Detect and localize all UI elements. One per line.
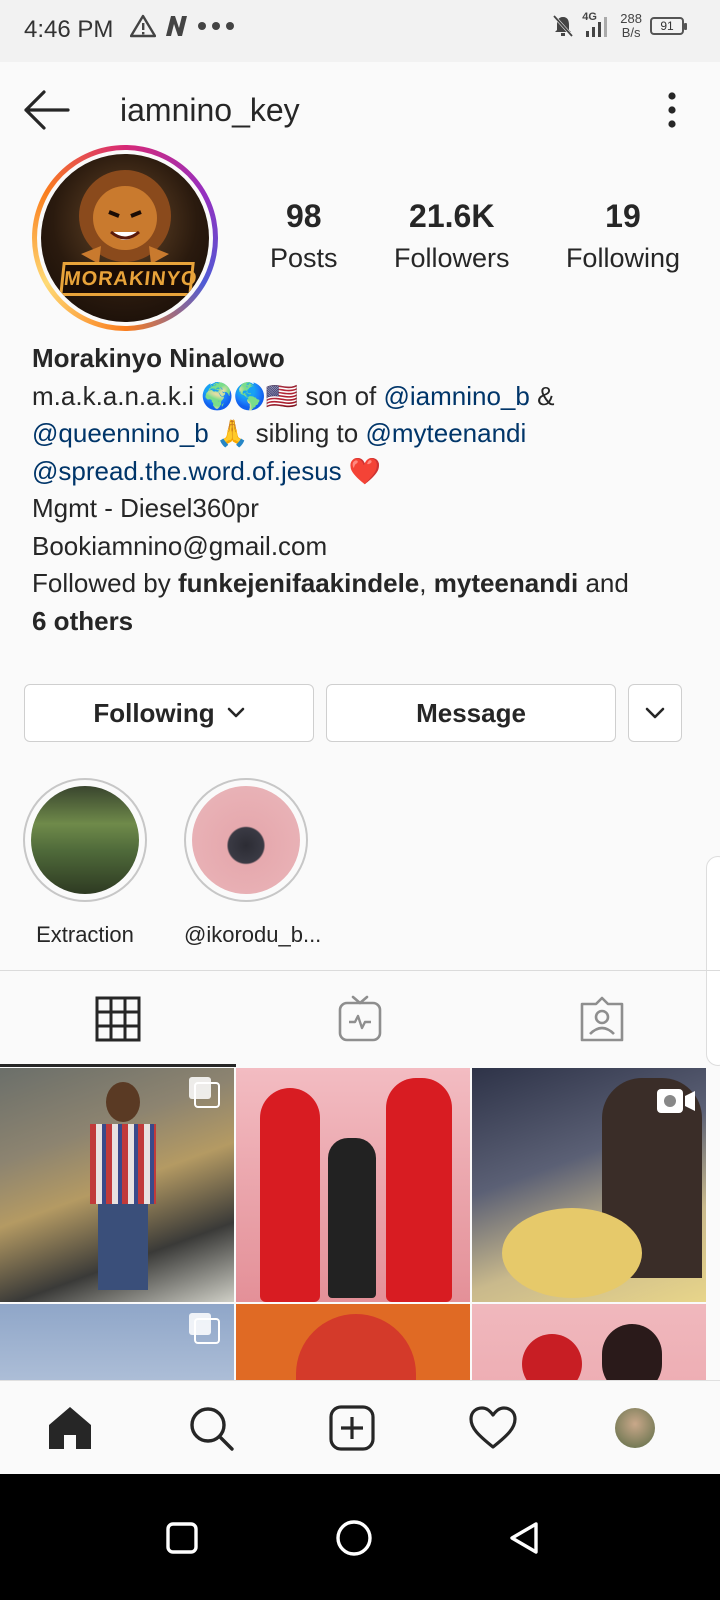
- multi-post-icon: [189, 1077, 220, 1108]
- post-thumbnail[interactable]: [0, 1068, 234, 1302]
- bio-email: Bookiamnino@gmail.com: [32, 530, 328, 561]
- post-thumbnail[interactable]: [472, 1068, 706, 1302]
- suggested-accounts-button[interactable]: [628, 684, 682, 742]
- net-speed: 288 B/s: [620, 11, 642, 40]
- profile-content-tabs: [0, 970, 720, 1067]
- mention-link[interactable]: @queennino_b: [32, 418, 209, 448]
- status-bar: 4:46 PM 4G 288 B/s 91: [0, 0, 720, 62]
- profile-avatar-small: [615, 1408, 655, 1448]
- highlight-cover: [192, 786, 300, 894]
- post-thumbnail[interactable]: [236, 1068, 470, 1302]
- avatar-image: MORAKINYO: [41, 154, 209, 322]
- profile-stats: 98 Posts 21.6K Followers 19 Following: [270, 198, 680, 274]
- back-triangle-icon[interactable]: [506, 1520, 542, 1556]
- multi-post-icon: [189, 1313, 220, 1344]
- mention-link[interactable]: @myteenandi: [365, 418, 526, 448]
- profile-avatar[interactable]: MORAKINYO: [32, 145, 218, 331]
- mention-link[interactable]: @iamnino_b: [383, 381, 529, 411]
- recent-apps-icon[interactable]: [164, 1520, 200, 1556]
- bio-line: Mgmt - Diesel360pr: [32, 493, 259, 523]
- mute-bell-icon: [553, 14, 574, 38]
- chevron-down-icon: [645, 707, 665, 719]
- home-button-icon[interactable]: [334, 1518, 374, 1558]
- profile-username: iamnino_key: [120, 92, 300, 128]
- post-thumbnail[interactable]: [0, 1304, 234, 1380]
- bottom-navigation: [0, 1380, 720, 1474]
- emoji: 🙏: [208, 418, 249, 448]
- bio-line: @queennino_b 🙏 sibling to @myteenandi: [32, 418, 527, 448]
- igtv-icon: [338, 995, 382, 1042]
- post-thumbnail[interactable]: [236, 1304, 470, 1380]
- person-figure: [88, 1082, 158, 1292]
- battery-icon: 91: [650, 17, 687, 35]
- bio-line: m.a.k.a.n.a.k.i 🌍🌎🇺🇸 son of @iamnino_b &: [32, 380, 555, 411]
- signal-icon: [586, 17, 608, 37]
- story-highlight[interactable]: @ikorodu_b...: [184, 778, 322, 948]
- nav-search[interactable]: [186, 1403, 236, 1453]
- system-navigation-bar: [0, 1474, 720, 1600]
- emoji: ❤️: [341, 455, 382, 486]
- followed-by[interactable]: Followed by funkejenifaakindele, myteena…: [32, 565, 692, 603]
- emoji: 🌍🌎🇺🇸: [201, 380, 299, 411]
- following-button[interactable]: Following: [24, 684, 314, 742]
- avatar-label: MORAKINYO: [59, 262, 199, 296]
- video-camera-icon: [657, 1089, 695, 1113]
- profile-bio: Morakinyo Ninalowo m.a.k.a.n.a.k.i 🌍🌎🇺🇸 …: [32, 340, 692, 640]
- highlight-cover: [31, 786, 139, 894]
- add-post-icon: [329, 1405, 375, 1451]
- posts-grid: [0, 1068, 720, 1380]
- tagged-person-icon: [580, 996, 624, 1042]
- post-thumbnail[interactable]: [472, 1304, 706, 1380]
- tab-tagged[interactable]: [484, 971, 720, 1067]
- tab-posts-grid[interactable]: [0, 971, 236, 1067]
- followers-count[interactable]: 21.6K Followers: [394, 198, 510, 274]
- profile-header: iamnino_key: [0, 62, 720, 158]
- chevron-down-icon: [227, 707, 244, 718]
- highlight-label: Extraction: [36, 922, 134, 947]
- nav-new-post[interactable]: [327, 1403, 377, 1453]
- grid-icon: [95, 996, 141, 1042]
- search-icon: [190, 1407, 234, 1451]
- warning-icon: [130, 14, 156, 38]
- back-arrow-icon[interactable]: [22, 88, 72, 132]
- story-highlight[interactable]: Extraction: [23, 778, 147, 948]
- app-n-icon: [166, 16, 187, 36]
- options-menu-icon[interactable]: [664, 90, 680, 130]
- status-time: 4:46 PM: [24, 16, 114, 43]
- message-button[interactable]: Message: [326, 684, 616, 742]
- highlight-label: @ikorodu_b...: [184, 922, 322, 947]
- posts-count[interactable]: 98 Posts: [270, 198, 338, 274]
- bio-line: @spread.the.word.of.jesus ❤️: [32, 453, 692, 491]
- followed-others[interactable]: 6 others: [32, 603, 692, 641]
- mention-link[interactable]: @spread.the.word.of.jesus: [32, 456, 342, 486]
- more-dots-icon: [198, 22, 234, 30]
- following-count[interactable]: 19 Following: [566, 198, 680, 274]
- profile-full-name: Morakinyo Ninalowo: [32, 343, 285, 373]
- tab-igtv[interactable]: [242, 971, 478, 1067]
- nav-home[interactable]: [45, 1403, 95, 1453]
- signal-indicator: 4G: [582, 11, 612, 39]
- nav-activity[interactable]: [468, 1403, 518, 1453]
- heart-icon: [469, 1406, 517, 1449]
- lion-logo-icon: [79, 170, 171, 264]
- nav-profile[interactable]: [610, 1403, 660, 1453]
- home-icon: [49, 1407, 91, 1449]
